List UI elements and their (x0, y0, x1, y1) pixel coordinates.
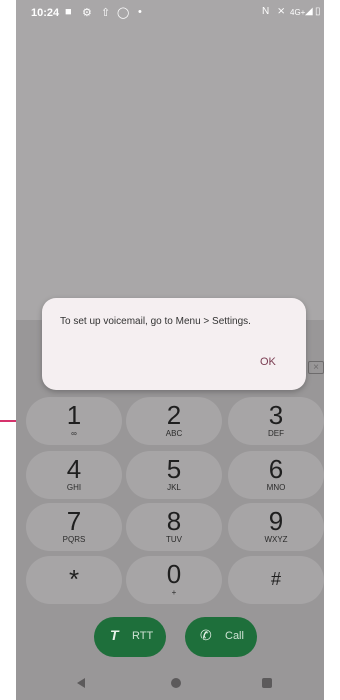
backspace-icon[interactable]: × (308, 361, 324, 374)
key-digit: 3 (268, 400, 284, 430)
key-letters: MNO (266, 483, 286, 492)
rtt-icon: T (110, 627, 119, 643)
call-button[interactable]: ✆ Call (185, 617, 257, 657)
rtt-button[interactable]: T RTT (94, 617, 166, 657)
key-digit: 8 (166, 506, 182, 536)
key-7[interactable]: 7 PQRS (26, 503, 122, 551)
key-digit: 9 (268, 506, 284, 536)
chat-icon: ■ (65, 6, 72, 18)
key-1[interactable]: 1 ∞ (26, 397, 122, 445)
key-digit: 1 (66, 400, 82, 430)
back-icon[interactable] (77, 678, 85, 688)
phone-screen: 10:24 ■ ⚙ ⇧ ◯ • N ⨯ 4G+ ◢ ▯ × 1 ∞ 2 ABC … (16, 0, 324, 700)
rtt-label: RTT (132, 630, 154, 642)
key-star[interactable]: * (26, 556, 122, 604)
key-letters: WXYZ (264, 535, 288, 544)
ok-button[interactable]: OK (260, 356, 276, 368)
key-hash[interactable]: # (228, 556, 324, 604)
status-bar: 10:24 ■ ⚙ ⇧ ◯ • N ⨯ 4G+ ◢ ▯ (16, 0, 324, 28)
call-label: Call (225, 630, 244, 642)
key-digit: 0 (166, 559, 182, 589)
key-letters: PQRS (62, 535, 86, 544)
settings-icon: ⚙ (82, 7, 92, 19)
key-2[interactable]: 2 ABC (126, 397, 222, 445)
key-5[interactable]: 5 JKL (126, 451, 222, 499)
voicemail-dialog: To set up voicemail, go to Menu > Settin… (42, 298, 306, 390)
key-8[interactable]: 8 TUV (126, 503, 222, 551)
key-digit: # (270, 569, 281, 589)
dialog-message: To set up voicemail, go to Menu > Settin… (60, 316, 251, 327)
key-letters: + (171, 588, 177, 597)
key-0[interactable]: 0 + (126, 556, 222, 604)
key-digit: 5 (166, 454, 182, 484)
key-6[interactable]: 6 MNO (228, 451, 324, 499)
dot-icon: • (138, 6, 142, 18)
4g-icon: 4G+ (290, 8, 306, 17)
navigation-bar (16, 664, 324, 700)
key-digit: * (68, 564, 80, 594)
key-4[interactable]: 4 GHI (26, 451, 122, 499)
key-letters: DEF (268, 429, 284, 438)
key-letters: TUV (166, 535, 182, 544)
mute-icon: ⨯ (277, 6, 286, 17)
upload-icon: ⇧ (101, 7, 111, 19)
key-9[interactable]: 9 WXYZ (228, 503, 324, 551)
signal-icon: ◢ (305, 6, 313, 17)
key-digit: 4 (66, 454, 82, 484)
home-icon[interactable] (171, 678, 181, 688)
key-letters: ABC (165, 429, 183, 438)
battery-icon: ▯ (315, 6, 321, 17)
key-digit: 2 (166, 400, 182, 430)
key-letters: JKL (167, 483, 181, 492)
phone-icon: ✆ (200, 627, 212, 643)
timer-icon: ◯ (117, 7, 130, 19)
key-3[interactable]: 3 DEF (228, 397, 324, 445)
status-time: 10:24 (31, 7, 60, 19)
recents-icon[interactable] (262, 678, 272, 688)
key-letters: GHI (66, 483, 82, 492)
nfc-icon: N (262, 6, 270, 17)
voicemail-icon: ∞ (71, 429, 77, 438)
key-digit: 6 (268, 454, 284, 484)
key-digit: 7 (66, 506, 82, 536)
